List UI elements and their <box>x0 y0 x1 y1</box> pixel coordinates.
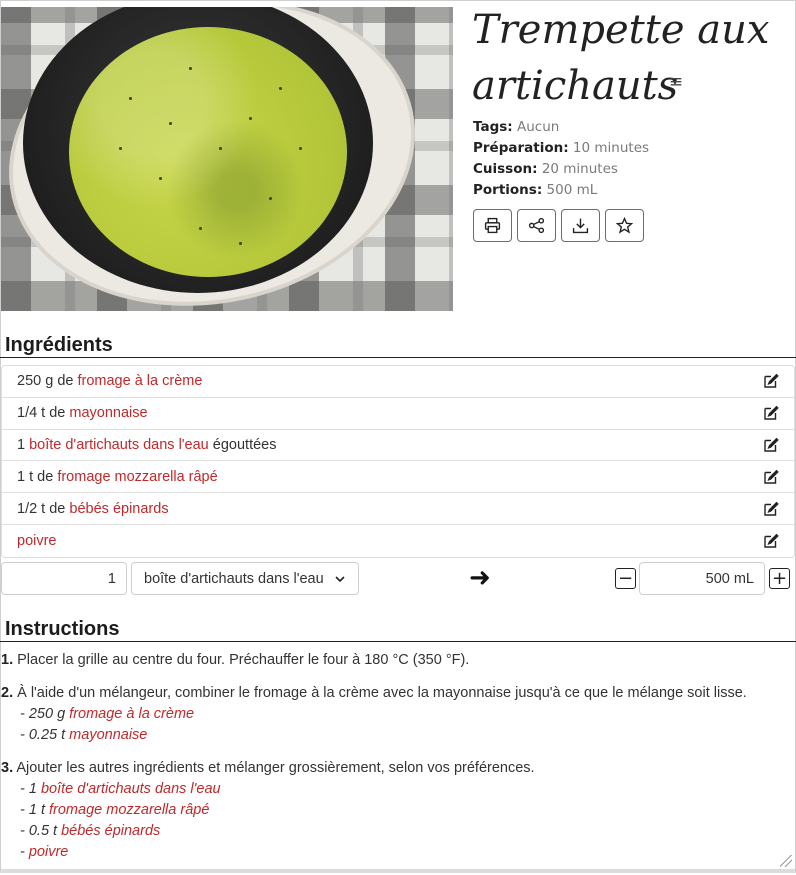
edit-icon[interactable] <box>763 405 779 421</box>
print-button[interactable] <box>473 209 512 242</box>
printer-icon <box>484 217 501 234</box>
decrease-button[interactable]: − <box>615 568 636 589</box>
step-ingredient: - 0.25 t mayonnaise <box>20 727 148 743</box>
ingredient-text: 1/4 t de mayonnaise <box>17 405 148 422</box>
instruction-step: 1. Placer la grille au centre du four. P… <box>1 652 470 668</box>
meta-servings: Portions: 500 mL <box>473 182 598 198</box>
list-item: 1/2 t de bébés épinards <box>2 493 794 525</box>
ingredient-link[interactable]: fromage mozzarella râpé <box>49 802 209 818</box>
star-icon <box>616 217 633 234</box>
step-ingredient: - poivre <box>20 844 69 860</box>
ingredient-link[interactable]: fromage à la crème <box>77 373 202 389</box>
ingredient-link[interactable]: bébés épinards <box>61 823 160 839</box>
artichoke-dip <box>69 27 347 277</box>
edit-icon[interactable] <box>763 437 779 453</box>
edit-icon[interactable] <box>763 533 779 549</box>
meta-tags: Tags: Aucun <box>473 119 560 135</box>
yield-input[interactable]: 500 mL <box>639 562 765 595</box>
ingredient-link[interactable]: bébés épinards <box>69 501 168 517</box>
unit-select[interactable]: boîte d'artichauts dans l'eau <box>131 562 359 595</box>
edit-icon[interactable] <box>763 501 779 517</box>
share-button[interactable] <box>517 209 556 242</box>
meta-prep: Préparation: 10 minutes <box>473 140 650 156</box>
list-item: 1 boîte d'artichauts dans l'eau égouttée… <box>2 430 794 462</box>
download-button[interactable] <box>561 209 600 242</box>
arrow-right-icon: ➜ <box>469 563 491 593</box>
step-ingredient: - 0.5 t bébés épinards <box>20 823 161 839</box>
ingredient-link[interactable]: boîte d'artichauts dans l'eau <box>41 781 221 797</box>
ingredient-text: 1 boîte d'artichauts dans l'eau égouttée… <box>17 436 277 453</box>
unit-select-value: boîte d'artichauts dans l'eau <box>144 570 324 587</box>
instructions-heading: Instructions <box>0 616 796 642</box>
ingredient-link[interactable]: boîte d'artichauts dans l'eau <box>29 437 209 453</box>
recipe-title: Trempette aux artichauts <box>472 7 770 109</box>
ingredient-link[interactable]: mayonnaise <box>69 727 147 743</box>
ingredients-heading: Ingrédients <box>0 332 796 358</box>
ingredient-link[interactable]: poivre <box>29 844 69 860</box>
list-item: poivre <box>2 525 794 557</box>
recipe-photo <box>1 7 453 311</box>
step-ingredient: - 1 t fromage mozzarella râpé <box>20 802 210 818</box>
ingredient-link[interactable]: fromage mozzarella râpé <box>57 469 217 485</box>
ingredient-list: 250 g de fromage à la crème 1/4 t de may… <box>1 365 795 558</box>
ingredient-link[interactable]: mayonnaise <box>69 405 147 421</box>
step-ingredient: - 1 boîte d'artichauts dans l'eau <box>20 781 221 797</box>
ingredient-text: poivre <box>17 533 57 549</box>
share-icon <box>528 217 545 234</box>
quantity-input[interactable]: 1 <box>1 562 127 595</box>
instruction-steps: 1. Placer la grille au centre du four. P… <box>1 650 791 875</box>
edit-icon[interactable] <box>763 373 779 389</box>
ingredient-text: 1/2 t de bébés épinards <box>17 500 169 517</box>
increase-button[interactable]: + <box>769 568 790 589</box>
resize-grip[interactable] <box>780 855 792 867</box>
instruction-step: 3. Ajouter les autres ingrédients et mél… <box>1 758 791 863</box>
action-buttons <box>473 209 644 242</box>
list-item: 1/4 t de mayonnaise <box>2 398 794 430</box>
meta-cook: Cuisson: 20 minutes <box>473 161 618 177</box>
list-item: 1 t de fromage mozzarella râpé <box>2 461 794 494</box>
list-item: 250 g de fromage à la crème <box>2 366 794 398</box>
step-ingredient: - 250 g fromage à la crème <box>20 706 195 722</box>
ingredient-text: 1 t de fromage mozzarella râpé <box>17 468 218 485</box>
edit-icon[interactable] <box>763 469 779 485</box>
ingredient-link[interactable]: fromage à la crème <box>69 706 194 722</box>
ingredient-link[interactable]: poivre <box>17 533 57 549</box>
download-icon <box>572 218 589 234</box>
menu-icon[interactable]: ≡ <box>668 74 684 91</box>
instruction-step: 2. À l'aide d'un mélangeur, combiner le … <box>1 683 791 746</box>
chevron-down-icon <box>335 575 345 582</box>
favorite-button[interactable] <box>605 209 644 242</box>
ingredient-text: 250 g de fromage à la crème <box>17 373 203 390</box>
recipe-meta: Tags: Aucun Préparation: 10 minutes Cuis… <box>473 117 649 201</box>
